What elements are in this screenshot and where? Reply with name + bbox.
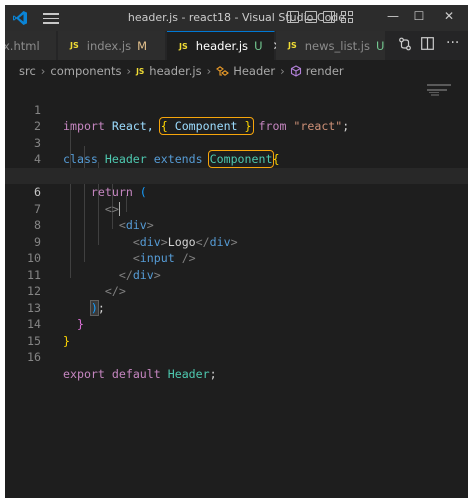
- code-line-current: 6 <>: [5, 167, 468, 216]
- breadcrumb-src[interactable]: src: [19, 64, 36, 78]
- more-actions-icon[interactable]: ···: [446, 35, 459, 51]
- untracked-indicator: U: [254, 39, 263, 53]
- toggle-sidebar-icon[interactable]: [287, 11, 299, 23]
- modified-indicator: M: [137, 38, 147, 53]
- chevron-right-icon: ›: [280, 64, 285, 78]
- code-line: 8 <div>Logo</div>: [5, 201, 468, 249]
- code-line: 3 class Header extends Component{: [5, 118, 468, 168]
- tab-header-js[interactable]: JS header.js U ✕: [167, 31, 283, 60]
- code-line: 4 render() {: [5, 135, 468, 183]
- breadcrumb-method[interactable]: render: [306, 64, 344, 78]
- toggle-panel-icon[interactable]: [305, 11, 317, 23]
- breadcrumb: src › components › JS header.js › Header…: [5, 60, 468, 82]
- method-symbol-icon: [290, 65, 301, 77]
- tab-label: news_list.js: [304, 38, 370, 53]
- tab-index-js[interactable]: JS index.js M: [58, 31, 166, 60]
- code-line: 14 }: [5, 300, 468, 348]
- breadcrumb-class[interactable]: Header: [233, 64, 275, 78]
- code-line: 2: [5, 102, 468, 133]
- editor-tab-bar: x.html JS index.js M JS header.js U ✕ JS…: [5, 31, 468, 60]
- code-line: 11 </>: [5, 250, 468, 299]
- tab-label: index.js: [86, 38, 132, 53]
- code-line: 10 </div>: [5, 234, 468, 282]
- vscode-window: header.js - react18 - Visual Studio Code…: [5, 5, 468, 498]
- minimap[interactable]: [427, 84, 457, 114]
- untracked-indicator: U: [376, 38, 385, 53]
- breadcrumb-file[interactable]: header.js: [149, 64, 201, 78]
- code-line: 9 <input />: [5, 217, 468, 266]
- customize-layout-icon[interactable]: [341, 11, 353, 23]
- code-line: 15: [5, 316, 468, 348]
- code-line: 7 <div>: [5, 184, 468, 233]
- open-changes-icon[interactable]: [398, 37, 412, 51]
- title-bar: header.js - react18 - Visual Studio Code…: [5, 5, 468, 31]
- close-window-button[interactable]: ✕: [439, 9, 459, 23]
- chevron-right-icon: ›: [126, 64, 132, 78]
- js-file-icon: JS: [136, 66, 145, 76]
- js-file-icon: JS: [70, 41, 79, 50]
- js-file-icon: JS: [179, 41, 188, 51]
- class-symbol-icon: [216, 65, 230, 76]
- code-line: 13 }: [5, 283, 468, 332]
- code-line: 12 );: [5, 267, 468, 316]
- chevron-right-icon: ›: [206, 64, 212, 78]
- tab-x-html[interactable]: x.html: [5, 31, 57, 60]
- code-line: 5 return (: [5, 151, 468, 200]
- tab-label: header.js: [195, 39, 249, 53]
- maximize-button[interactable]: ☐: [409, 9, 429, 23]
- line-number: 16: [27, 350, 41, 364]
- split-editor-icon[interactable]: [421, 37, 434, 50]
- code-line: 1 import React, { Component } from "reac…: [5, 85, 468, 135]
- breadcrumb-components[interactable]: components: [50, 64, 121, 78]
- minimize-button[interactable]: —: [383, 9, 403, 23]
- code-editor[interactable]: 1 import React, { Component } from "reac…: [5, 82, 468, 498]
- js-file-icon: JS: [288, 41, 297, 50]
- toggle-secondary-sidebar-icon[interactable]: [323, 11, 335, 23]
- chevron-right-icon: ›: [40, 64, 46, 78]
- tab-news-list-js[interactable]: JS news_list.js U: [276, 31, 386, 60]
- tab-label: x.html: [5, 38, 40, 53]
- code-line: 16 export default Header;: [5, 333, 468, 381]
